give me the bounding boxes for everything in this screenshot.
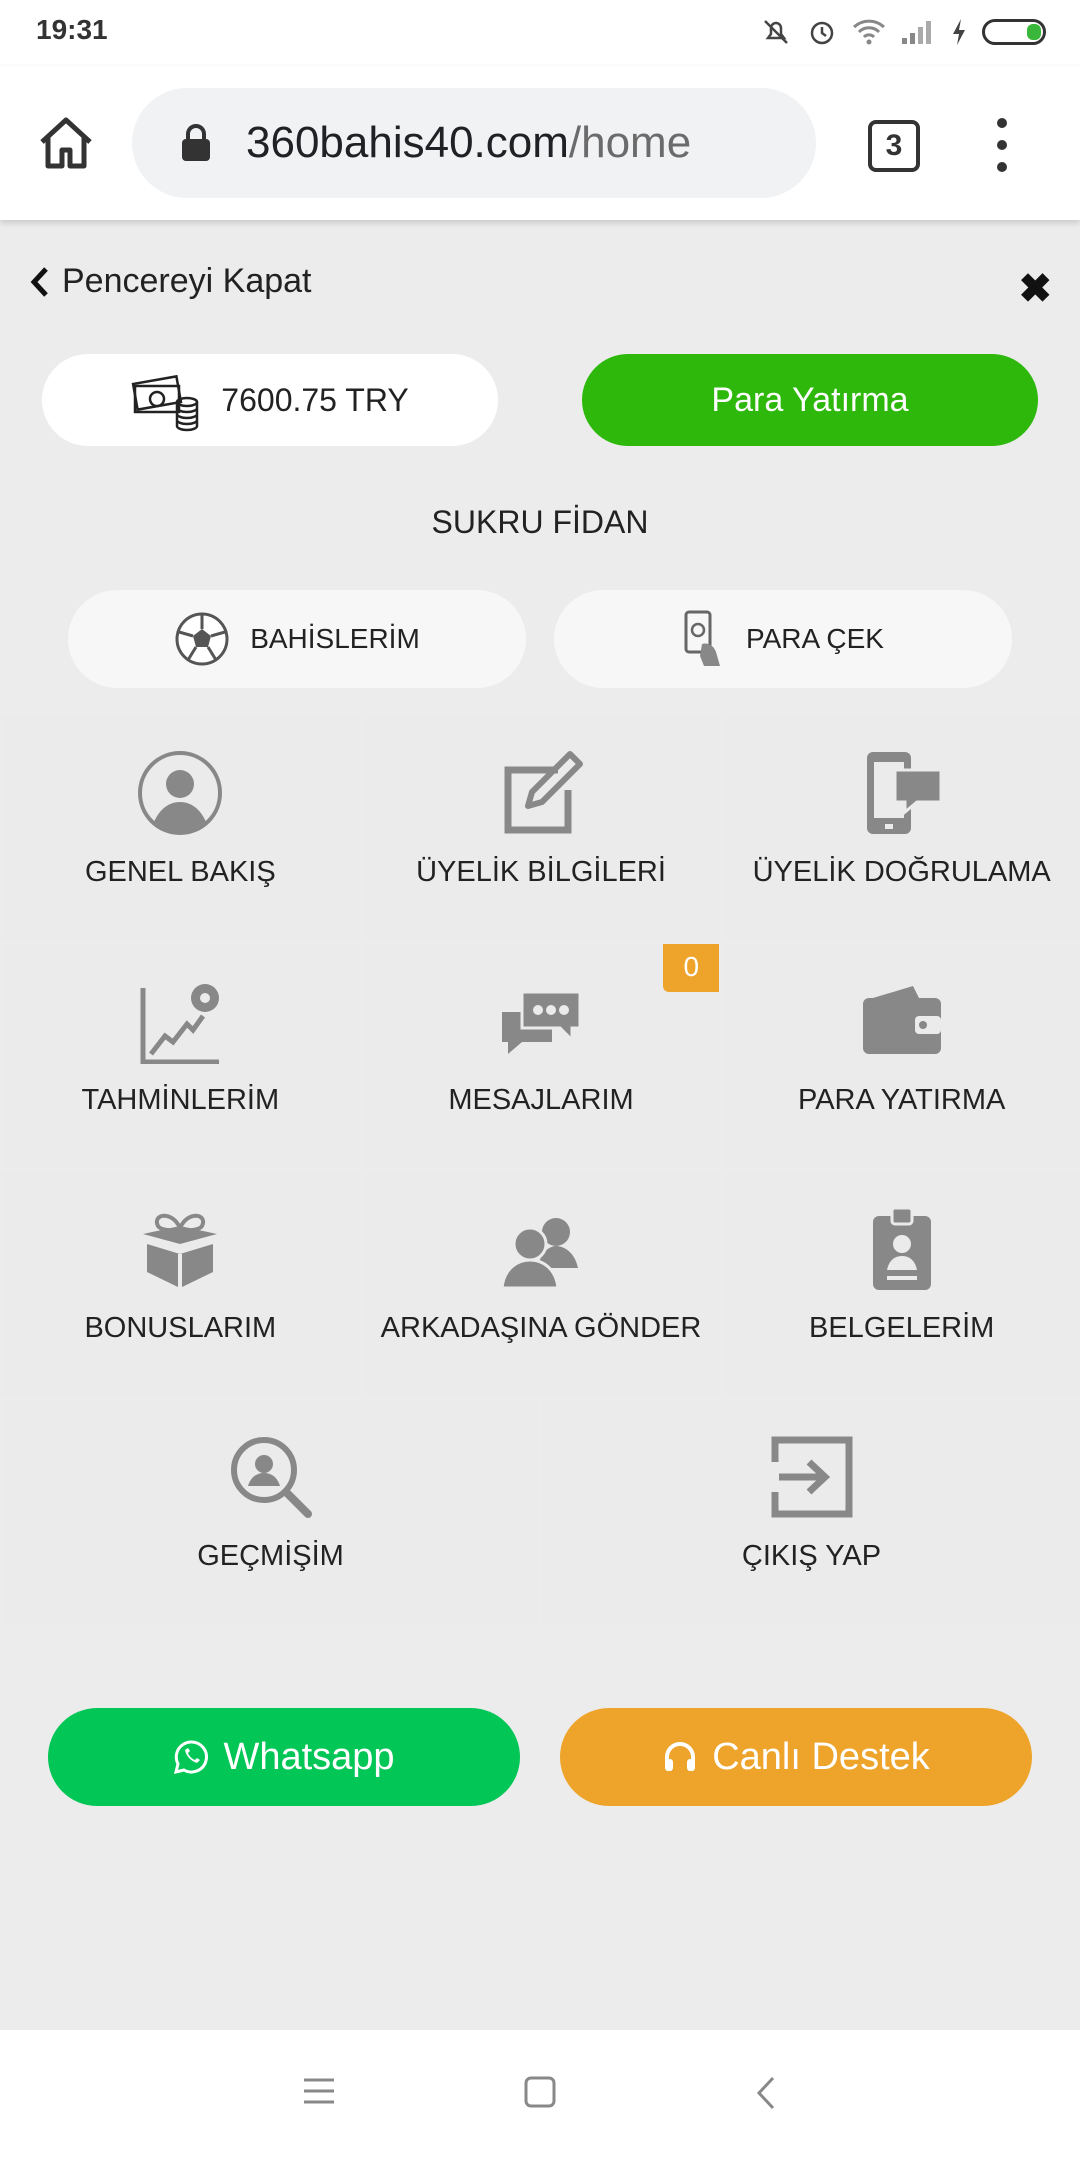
my-bets-label: BAHİSLERİM <box>250 623 420 654</box>
menu-label: ÜYELİK BİLGİLERİ <box>416 856 666 888</box>
menu-label: ARKADAŞINA GÖNDER <box>380 1312 702 1344</box>
mobile-cash-icon <box>684 610 720 666</box>
logout-icon <box>771 1436 852 1518</box>
menu-label: BONUSLARIM <box>84 1312 277 1344</box>
search-user-icon <box>230 1437 312 1518</box>
wallet-icon <box>862 986 941 1054</box>
home-icon[interactable] <box>36 114 96 170</box>
charging-icon <box>953 19 965 45</box>
my-bets-button[interactable]: BAHİSLERİM <box>68 590 526 688</box>
back-nav-icon[interactable] <box>756 2076 776 2110</box>
recent-apps-icon[interactable] <box>302 2076 336 2106</box>
id-badge-icon <box>872 1206 931 1290</box>
battery-icon <box>982 19 1046 45</box>
menu-label: BELGELERİM <box>809 1312 995 1344</box>
address-bar[interactable]: 360bahis40.com/home <box>132 88 816 198</box>
menu-label: GENEL BAKIŞ <box>84 856 276 888</box>
balance-amount: 7600.75 TRY <box>221 381 409 418</box>
user-name: SUKRU FİDAN <box>431 504 649 540</box>
menu-bonuses[interactable]: BONUSLARIM <box>2 1172 359 1396</box>
whatsapp-label: Whatsapp <box>223 1735 395 1778</box>
lock-icon <box>182 124 210 161</box>
home-nav-icon[interactable] <box>524 2076 556 2108</box>
soccer-ball-icon <box>175 612 229 666</box>
withdraw-label: PARA ÇEK <box>746 623 884 654</box>
menu-documents[interactable]: BELGELERİM <box>723 1172 1080 1396</box>
menu-refer-friend[interactable]: ARKADAŞINA GÖNDER <box>362 1172 720 1396</box>
messages-badge: 0 <box>663 944 720 992</box>
edit-icon <box>504 751 583 834</box>
whatsapp-button[interactable]: Whatsapp <box>48 1708 520 1806</box>
menu-label: TAHMİNLERİM <box>81 1084 280 1116</box>
status-icons <box>760 14 1046 50</box>
menu-label: GEÇMİŞİM <box>197 1540 344 1572</box>
alarm-icon <box>810 21 834 45</box>
menu-row: GENEL BAKIŞ ÜYELİK BİLGİLERİ ÜYELİK DOĞR… <box>2 716 1080 940</box>
status-bar: 19:31 <box>0 0 1080 66</box>
menu-label: MESAJLARIM <box>448 1084 634 1116</box>
menu-label: ÇIKIŞ YAP <box>741 1540 882 1572</box>
close-icon[interactable]: ✖ <box>1018 266 1052 312</box>
close-window-link[interactable]: Pencereyi Kapat <box>28 262 312 301</box>
phone-message-icon <box>866 752 943 834</box>
menu-messages[interactable]: 0 MESAJLARIM <box>362 944 720 1168</box>
browser-menu-icon[interactable] <box>994 118 1010 174</box>
signal-icon <box>902 21 931 44</box>
live-support-button[interactable]: Canlı Destek <box>560 1708 1032 1806</box>
menu-row: BONUSLARIM ARKADAŞINA GÖNDER BELGELERİM <box>2 1172 1080 1396</box>
menu-label: ÜYELİK DOĞRULAMA <box>752 856 1051 888</box>
url-path: /home <box>568 118 692 167</box>
users-icon <box>500 1218 578 1290</box>
menu-history[interactable]: GEÇMİŞİM <box>2 1400 539 1624</box>
url-text: 360bahis40.com/home <box>246 118 691 168</box>
money-icon <box>131 374 199 432</box>
deposit-button[interactable]: Para Yatırma <box>582 354 1038 446</box>
url-domain: 360bahis40.com <box>246 118 569 167</box>
menu-predictions[interactable]: TAHMİNLERİM <box>2 944 359 1168</box>
whatsapp-icon <box>174 1740 209 1775</box>
user-circle-icon <box>138 751 223 835</box>
menu-deposit[interactable]: PARA YATIRMA <box>723 944 1080 1168</box>
withdraw-button[interactable]: PARA ÇEK <box>554 590 1012 688</box>
menu-row: GEÇMİŞİM ÇIKIŞ YAP <box>2 1400 1080 1624</box>
menu-membership-info[interactable]: ÜYELİK BİLGİLERİ <box>362 716 720 940</box>
balance-box: 7600.75 TRY <box>42 354 498 446</box>
live-support-label: Canlı Destek <box>712 1735 930 1778</box>
chat-icon <box>502 990 582 1054</box>
menu-label: PARA YATIRMA <box>798 1084 1006 1116</box>
system-nav-bar <box>0 2030 1080 2160</box>
menu-membership-verification[interactable]: ÜYELİK DOĞRULAMA <box>723 716 1080 940</box>
headset-icon <box>665 1742 696 1771</box>
menu-logout[interactable]: ÇIKIŞ YAP <box>543 1400 1080 1624</box>
browser-toolbar: 360bahis40.com/home 3 <box>0 66 1080 220</box>
tabs-count-button[interactable]: 3 <box>868 120 920 172</box>
menu-row: TAHMİNLERİM 0 MESAJLARIM PARA YATIRMA <box>2 944 1080 1168</box>
close-window-label: Pencereyi Kapat <box>62 262 312 300</box>
gift-icon <box>143 1213 218 1288</box>
chevron-left-icon <box>30 266 48 297</box>
chart-ball-icon <box>140 984 220 1064</box>
menu-general-overview[interactable]: GENEL BAKIŞ <box>2 716 359 940</box>
account-menu-grid: GENEL BAKIŞ ÜYELİK BİLGİLERİ ÜYELİK DOĞR… <box>2 716 1080 1628</box>
mute-icon <box>764 20 788 44</box>
status-time: 19:31 <box>36 14 108 45</box>
wifi-icon <box>852 19 886 45</box>
